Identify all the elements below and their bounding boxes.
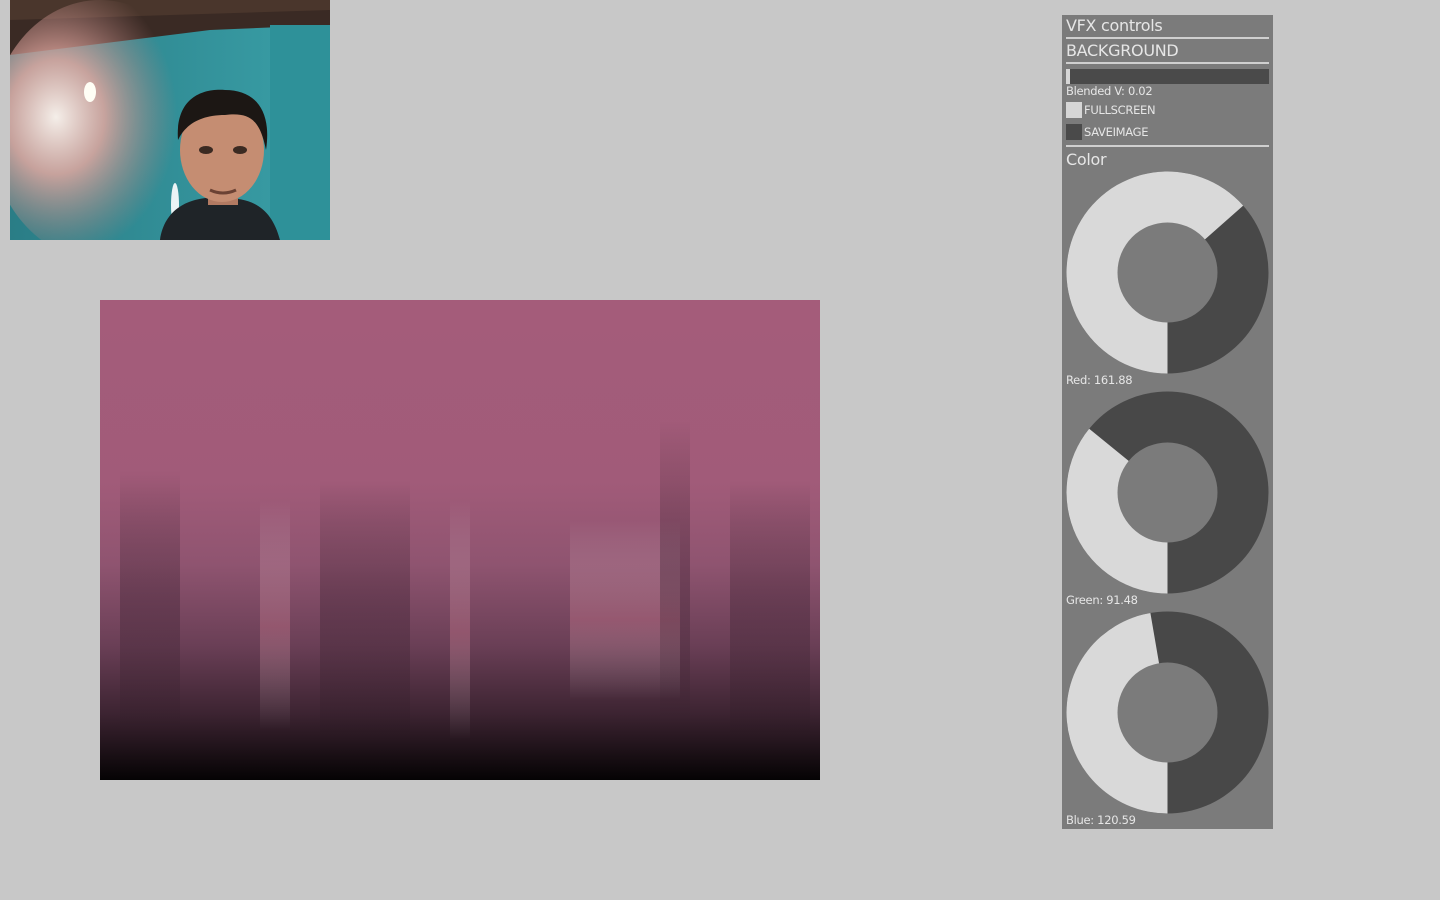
- group-title-background[interactable]: BACKGROUND: [1066, 42, 1179, 60]
- red-knob[interactable]: [1066, 171, 1269, 374]
- fullscreen-toggle[interactable]: [1066, 102, 1082, 118]
- fullscreen-label: FULLSCREEN: [1084, 103, 1156, 117]
- webcam-preview: [10, 0, 330, 240]
- blended-v-slider[interactable]: [1066, 69, 1269, 84]
- knob-hub: [1117, 222, 1218, 323]
- separator: [1066, 145, 1269, 147]
- blended-v-slider-fill: [1066, 69, 1071, 84]
- saveimage-label: SAVEIMAGE: [1084, 125, 1149, 139]
- separator: [1066, 37, 1269, 39]
- knob-hub: [1117, 442, 1218, 543]
- vfx-controls-panel: VFX controls BACKGROUND Blended V: 0.02 …: [1062, 15, 1273, 829]
- red-label: Red: 161.88: [1066, 373, 1133, 387]
- blended-v-label: Blended V: 0.02: [1066, 84, 1153, 98]
- group-title-color[interactable]: Color: [1066, 151, 1107, 169]
- separator: [1066, 62, 1269, 64]
- saveimage-toggle[interactable]: [1066, 124, 1082, 140]
- green-knob[interactable]: [1066, 391, 1269, 594]
- blue-label: Blue: 120.59: [1066, 813, 1136, 827]
- panel-title: VFX controls: [1066, 16, 1163, 35]
- green-label: Green: 91.48: [1066, 593, 1138, 607]
- vfx-output-view: [100, 300, 820, 780]
- blue-knob[interactable]: [1066, 611, 1269, 814]
- knob-hub: [1117, 662, 1218, 763]
